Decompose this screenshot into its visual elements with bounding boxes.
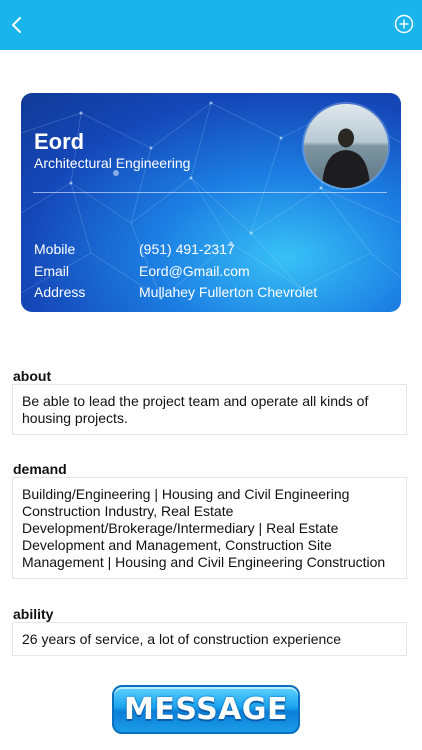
address-value: Mullahey Fullerton Chevrolet: [139, 284, 318, 300]
contact-title: Architectural Engineering: [34, 155, 191, 171]
top-bar: [0, 0, 422, 50]
ability-heading: ability: [13, 606, 54, 622]
email-value[interactable]: Eord@Gmail.com: [139, 263, 250, 279]
address-label: Address: [34, 284, 86, 300]
message-button[interactable]: MESSAGE: [112, 685, 300, 734]
plus-circle-icon[interactable]: [394, 14, 414, 34]
contact-name: Eord: [34, 129, 85, 154]
mobile-label: Mobile: [34, 241, 76, 257]
about-text: Be able to lead the project team and ope…: [12, 384, 407, 435]
ability-text: 26 years of service, a lot of constructi…: [12, 622, 407, 656]
mobile-value[interactable]: (951) 491-2317: [139, 241, 235, 257]
business-card: Eord Architectural Engineering Mobile (9…: [21, 93, 401, 312]
demand-text: Building/Engineering | Housing and Civil…: [12, 477, 407, 579]
demand-heading: demand: [13, 461, 67, 477]
email-label: Email: [34, 263, 70, 279]
chevron-left-icon[interactable]: [6, 13, 30, 37]
about-heading: about: [13, 368, 52, 384]
card-divider: [33, 192, 387, 193]
avatar: [304, 104, 388, 188]
message-button-label: MESSAGE: [123, 692, 289, 727]
